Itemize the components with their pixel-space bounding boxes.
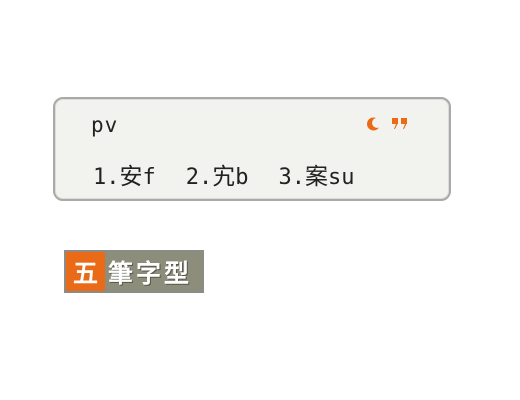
ime-name-first-char: 五 (66, 252, 105, 291)
screen: pv 1. 安 f 2. 宄 b 3. 案 su 五 筆字型 (0, 0, 520, 400)
crescent-moon-icon[interactable] (365, 116, 381, 136)
candidate-item[interactable]: 1. 安 f (93, 157, 156, 191)
ime-status-button[interactable]: 五 筆字型 (64, 250, 204, 293)
candidate-list: 1. 安 f 2. 宄 b 3. 案 su (93, 157, 355, 191)
candidate-item[interactable]: 3. 案 su (279, 157, 355, 191)
candidate-index: 2. (185, 165, 213, 190)
candidate-char: 案 (305, 164, 328, 190)
mode-indicators (365, 116, 409, 136)
ime-name-rest: 筆字型 (105, 252, 202, 291)
candidate-code: su (328, 165, 355, 190)
chinese-punctuation-icon[interactable] (391, 116, 409, 136)
ime-candidate-window: pv 1. 安 f 2. 宄 b 3. 案 su (53, 97, 451, 201)
candidate-char: 宄 (212, 164, 236, 190)
candidate-char: 安 (119, 164, 143, 190)
composition-string: pv (91, 113, 119, 137)
candidate-code: b (235, 165, 249, 190)
candidate-index: 1. (93, 165, 120, 190)
candidate-code: f (142, 165, 156, 190)
candidate-item[interactable]: 2. 宄 b (186, 157, 249, 191)
candidate-index: 3. (278, 165, 306, 190)
